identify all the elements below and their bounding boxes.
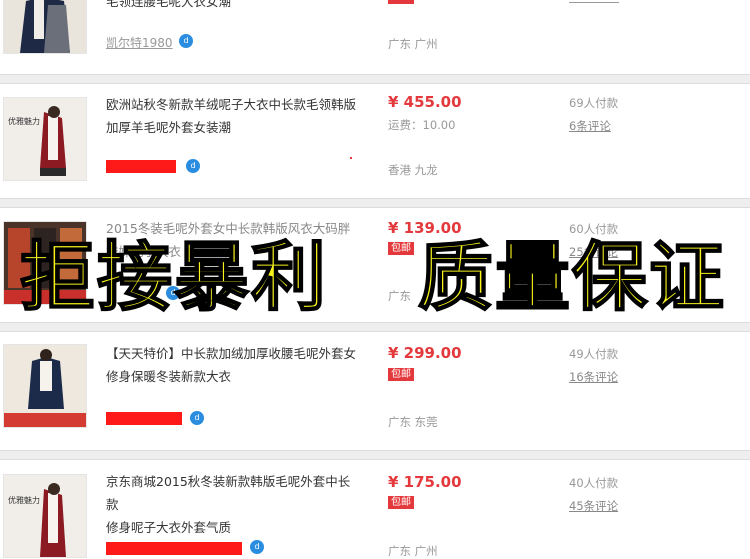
product-title[interactable]: 欧洲站秋冬新款羊绒呢子大衣中长款毛领韩版 加厚羊毛呢外套女装潮 <box>106 93 361 139</box>
title-line-2: 加厚羊毛呢外套女装潮 <box>106 120 232 135</box>
row-separator <box>0 198 750 208</box>
shipping-fee: 运费：10.00 <box>388 118 456 132</box>
row-separator <box>0 74 750 84</box>
product-title[interactable]: 【天天特价】中长款加绒加厚收腰毛呢外套女 修身保暖冬装新款大衣 <box>106 342 361 388</box>
location: 广东 东莞 <box>388 415 438 429</box>
product-thumbnail[interactable]: 优雅魅力 <box>3 474 87 558</box>
thumb-slogan: 优雅魅力 <box>8 117 40 126</box>
wangwang-chat-icon[interactable] <box>250 540 264 554</box>
title-line-2: 妹妹呢子大衣 <box>106 244 182 259</box>
product-price: ¥ 139.00 <box>388 219 462 237</box>
title-line-1: 【天天特价】中长款加绒加厚收腰毛呢外套女 <box>106 346 357 361</box>
redacted-seller-bar <box>106 160 176 173</box>
buyer-count: 40人付款 <box>569 476 619 490</box>
row-separator <box>0 450 750 460</box>
product-row: 【天天特价】中长款加绒加厚收腰毛呢外套女 修身保暖冬装新款大衣 ¥ 299.00… <box>0 332 750 450</box>
product-title[interactable]: 京东商城2015秋冬装新款韩版毛呢外套中长款 修身呢子大衣外套气质 <box>106 470 361 539</box>
location: 广东 广州 <box>388 37 438 51</box>
product-thumbnail[interactable] <box>3 221 87 305</box>
review-count-link[interactable]: 6条评论 <box>569 118 611 134</box>
coat-image <box>4 0 86 53</box>
row-separator <box>0 322 750 332</box>
product-thumbnail[interactable]: 优雅魅力 <box>3 97 87 181</box>
buyer-count: 49人付款 <box>569 347 619 361</box>
wangwang-chat-icon[interactable] <box>186 159 200 173</box>
product-title[interactable]: 2015冬装毛呢外套女中长款韩版风衣大码胖 妹妹呢子大衣 <box>106 217 361 263</box>
wangwang-chat-icon[interactable] <box>179 34 193 48</box>
product-row: 优雅魅力 京东商城2015秋冬装新款韩版毛呢外套中长款 修身呢子大衣外套气质 ¥… <box>0 460 750 558</box>
thumb-promo-strip <box>4 290 86 304</box>
redacted-seller-bar <box>106 412 182 425</box>
location: 香港 九龙 <box>388 163 438 177</box>
product-thumbnail[interactable] <box>3 344 87 428</box>
review-link-partial[interactable] <box>569 0 619 3</box>
product-thumbnail[interactable] <box>3 0 87 54</box>
free-shipping-badge: 包邮 <box>388 242 414 255</box>
review-count-link[interactable]: 45条评论 <box>569 498 618 514</box>
title-line-2: 修身呢子大衣外套气质 <box>106 520 232 535</box>
title-line-1: 欧洲站秋冬新款羊绒呢子大衣中长款毛领韩版 <box>106 97 357 112</box>
free-shipping-badge: 包邮 <box>388 368 414 381</box>
buyer-count: 60人付款 <box>569 222 619 236</box>
free-shipping-badge: 包邮 <box>388 496 414 509</box>
thumb-promo-strip <box>4 413 86 427</box>
seller-name[interactable]: 凯尔特1980 <box>106 34 173 51</box>
buyer-count: 69人付款 <box>569 96 619 110</box>
thumb-slogan: 优雅魅力 <box>8 496 40 505</box>
title-line-2: 修身保暖冬装新款大衣 <box>106 369 232 384</box>
product-price: ¥ 455.00 <box>388 93 462 111</box>
wangwang-chat-icon[interactable] <box>190 411 204 425</box>
title-line-1: 京东商城2015秋冬装新款韩版毛呢外套中长款 <box>106 474 351 512</box>
free-shipping-badge <box>388 0 414 4</box>
coat-image <box>4 475 86 557</box>
product-row: 2015冬装毛呢外套女中长款韩版风衣大码胖 妹妹呢子大衣 ¥ 139.00 包邮… <box>0 208 750 318</box>
location: 广东 广州 <box>388 544 438 558</box>
redacted-seller-bar <box>106 542 242 555</box>
review-count-link[interactable]: 16条评论 <box>569 369 618 385</box>
coat-image <box>4 98 86 180</box>
review-count-link[interactable]: 25条评论 <box>569 244 618 260</box>
location: 广东 <box>388 289 411 303</box>
product-row: 优雅魅力 欧洲站秋冬新款羊绒呢子大衣中长款毛领韩版 加厚羊毛呢外套女装潮 ¥ 4… <box>0 84 750 194</box>
wangwang-chat-icon[interactable] <box>166 286 180 300</box>
product-price: ¥ 299.00 <box>388 344 462 362</box>
product-title[interactable]: 毛领连腰毛呢大衣女潮 <box>106 0 361 13</box>
product-price: ¥ 175.00 <box>388 473 462 491</box>
title-line-1: 2015冬装毛呢外套女中长款韩版风衣大码胖 <box>106 221 351 236</box>
decoration-dot <box>350 157 352 159</box>
product-row: 毛领连腰毛呢大衣女潮 凯尔特1980 广东 广州 <box>0 0 750 70</box>
